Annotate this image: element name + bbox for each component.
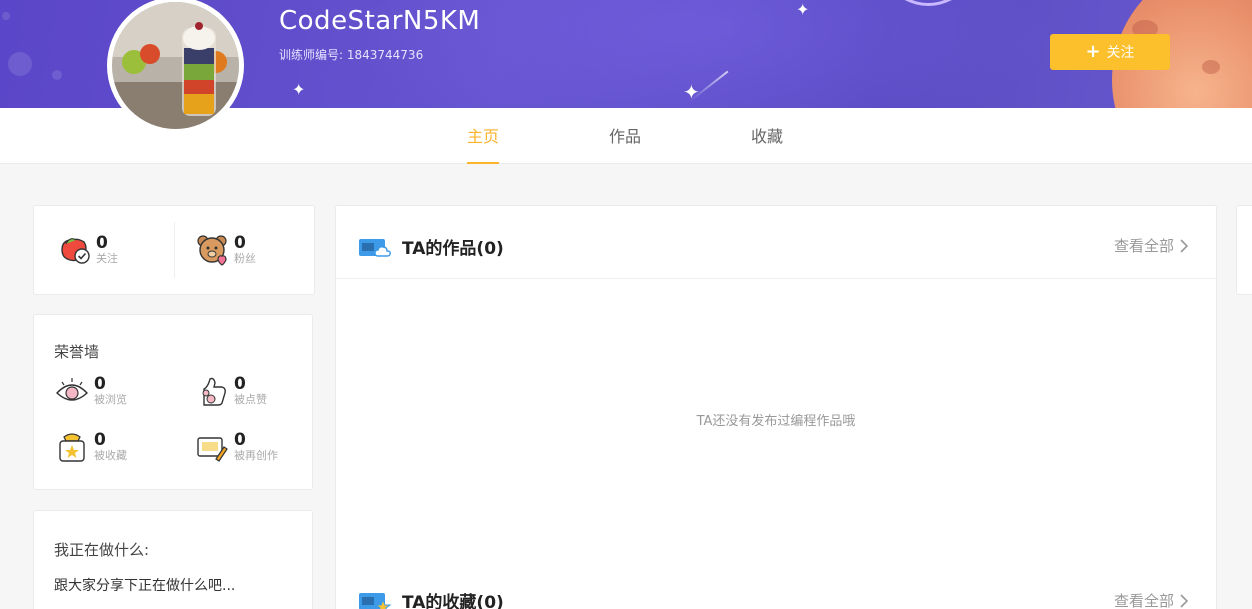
favorites-view-all-link[interactable]: 查看全部 [1114, 590, 1188, 609]
username: CodeStarN5KM [279, 6, 481, 36]
works-section-header: TA的作品(0) [358, 234, 504, 259]
works-view-all-label: 查看全部 [1113, 237, 1174, 255]
remix-count: 0 [234, 430, 246, 450]
avatar-image [112, 2, 239, 129]
views-label: 被浏览 [94, 393, 127, 406]
favorites-section-title: TA的收藏(0) [402, 593, 504, 609]
tab-works[interactable]: 作品 [609, 108, 641, 164]
remix-label: 被再创作 [234, 449, 278, 462]
section-divider [336, 278, 1216, 279]
doing-title: 我正在做什么: [54, 541, 150, 559]
views-count: 0 [94, 374, 106, 394]
main-panel: TA的作品(0) 查看全部 TA还没有发布过编程作品哦 TA的收藏(0) 查看全… [335, 205, 1217, 609]
favorites-view-all-label: 查看全部 [1113, 592, 1174, 609]
collected-count: 0 [94, 430, 106, 450]
honor-wall-card: 荣誉墙 0 被浏览 0 被点赞 0 被收藏 0 被再创作 [33, 314, 313, 490]
doing-text[interactable]: 跟大家分享下正在做什么吧... [54, 575, 235, 595]
honor-wall-title: 荣誉墙 [54, 343, 100, 361]
banner-dot [2, 12, 10, 20]
fans-label: 粉丝 [234, 252, 256, 265]
remix-stat: 0 被再创作 [194, 429, 278, 465]
divider [174, 222, 175, 278]
likes-label: 被点赞 [234, 393, 267, 406]
eye-icon [56, 378, 88, 401]
apple-check-icon [61, 238, 90, 264]
banner-dot [52, 70, 62, 80]
folder-cloud-icon [359, 238, 391, 257]
views-stat: 0 被浏览 [54, 373, 127, 409]
follow-button-label: 关注 [1106, 45, 1135, 61]
following-label: 关注 [96, 252, 118, 265]
side-widget[interactable] [1236, 205, 1252, 295]
doing-card: 我正在做什么: 跟大家分享下正在做什么吧... [33, 510, 313, 609]
plus-icon: + [1085, 41, 1101, 62]
collected-stat: 0 被收藏 [54, 429, 127, 465]
banner-dot [8, 52, 32, 76]
banner-ring-icon [904, 0, 952, 6]
pencil-card-icon [197, 437, 228, 462]
social-card: 0 关注 0 粉丝 [33, 205, 315, 295]
chevron-right-icon [1180, 593, 1188, 608]
collected-label: 被收藏 [94, 449, 127, 462]
sparkle-icon: ✦ [292, 80, 306, 99]
following-stat[interactable]: 0 关注 [56, 232, 118, 268]
follow-button[interactable]: + 关注 [1050, 34, 1170, 70]
bear-heart-icon [197, 235, 227, 266]
works-section-title: TA的作品(0) [402, 239, 504, 259]
tab-favorites[interactable]: 收藏 [751, 108, 783, 164]
chevron-right-icon [1180, 238, 1188, 253]
trainer-id: 训练师编号: 1843744736 [279, 48, 424, 62]
works-empty-text: TA还没有发布过编程作品哦 [696, 414, 856, 429]
favorites-section-header: TA的收藏(0) [358, 588, 504, 609]
works-view-all-link[interactable]: 查看全部 [1114, 235, 1188, 256]
tab-home[interactable]: 主页 [467, 108, 499, 164]
avatar[interactable] [107, 0, 244, 134]
star-box-icon [59, 433, 85, 462]
likes-count: 0 [234, 374, 246, 394]
likes-stat: 0 被点赞 [194, 373, 267, 409]
folder-star-icon [359, 592, 392, 609]
sparkle-icon: ✦ [796, 0, 810, 19]
thumbs-up-icon [202, 377, 226, 406]
fans-count: 0 [234, 233, 246, 253]
fans-stat[interactable]: 0 粉丝 [194, 232, 256, 268]
following-count: 0 [96, 233, 108, 253]
